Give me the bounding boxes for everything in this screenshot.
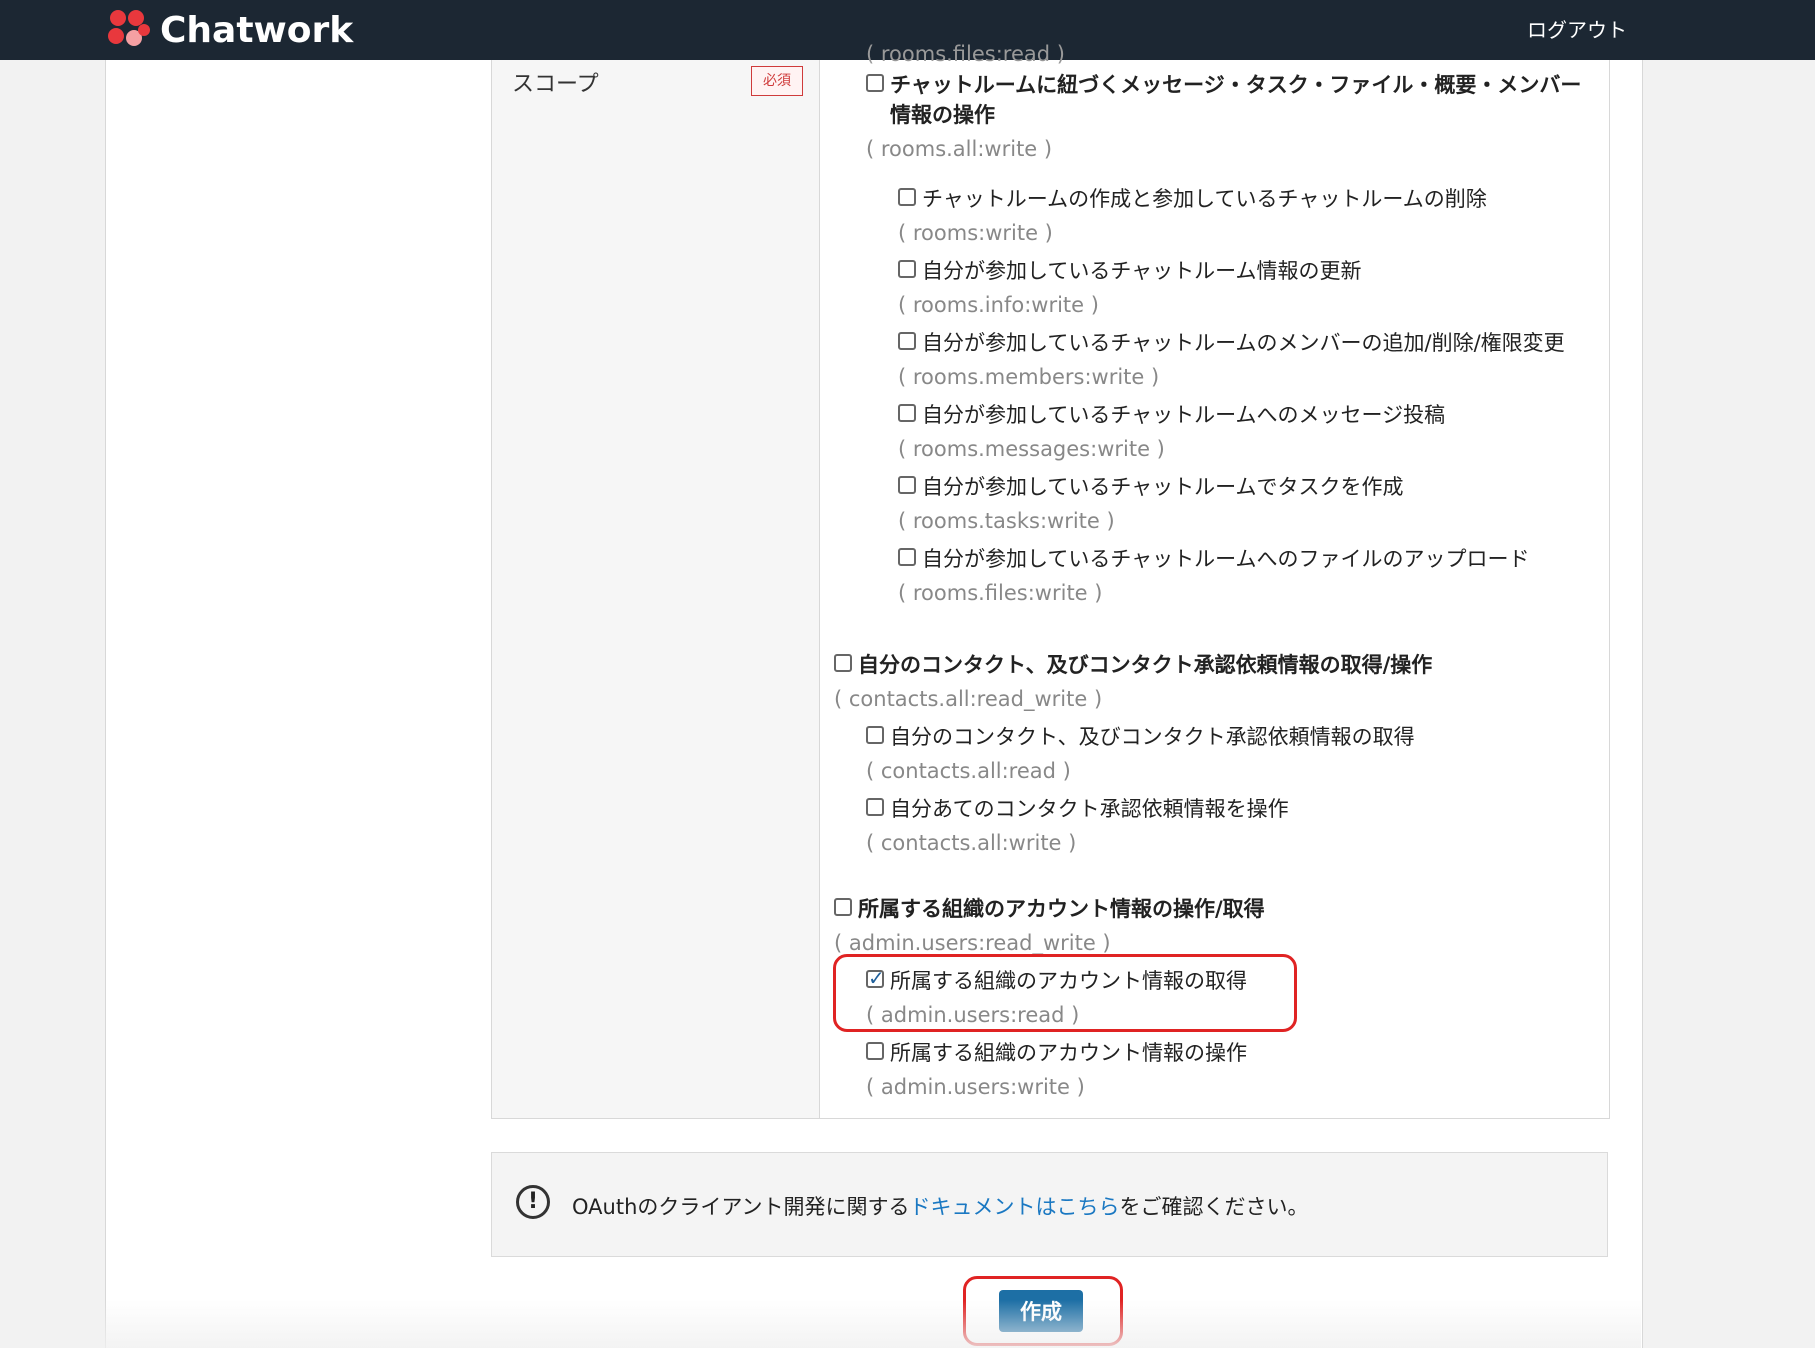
scope-group-contacts-all-read-write: 自分のコンタクト、及びコンタクト承認依頼情報の取得/操作 ( contacts.… xyxy=(834,650,1432,714)
checkbox[interactable] xyxy=(866,1042,884,1060)
scope-item: 所属する組織のアカウント情報の操作 ( admin.users:write ) xyxy=(866,1038,1247,1102)
scope-item-label: 自分が参加しているチャットルームへのファイルのアップロード xyxy=(922,547,1530,571)
checkbox[interactable] xyxy=(866,798,884,816)
checkbox[interactable] xyxy=(866,726,884,744)
exclamation-circle-icon: ! xyxy=(516,1185,550,1219)
scope-item: 自分が参加しているチャットルーム情報の更新 ( rooms.info:write… xyxy=(898,256,1362,320)
scope-label-cell: スコープ 必須 xyxy=(492,60,820,1118)
scope-group-label: チャットルームに紐づくメッセージ・タスク・ファイル・概要・メンバー情報の操作 xyxy=(890,73,1582,127)
scope-item-label: 自分が参加しているチャットルームのメンバーの追加/削除/権限変更 xyxy=(922,331,1565,355)
oauth-info-notice: ! OAuthのクライアント開発に関するドキュメントはこちらをご確認ください。 xyxy=(491,1152,1608,1257)
scope-item: 自分が参加しているチャットルームへのファイルのアップロード ( rooms.fi… xyxy=(898,544,1530,608)
checkbox[interactable] xyxy=(898,188,916,206)
scope-item: 自分のコンタクト、及びコンタクト承認依頼情報の取得 ( contacts.all… xyxy=(866,722,1415,786)
checkbox[interactable] xyxy=(898,476,916,494)
checkbox[interactable] xyxy=(898,404,916,422)
checkbox[interactable] xyxy=(898,260,916,278)
scope-item-label: 自分が参加しているチャットルームへのメッセージ投稿 xyxy=(922,403,1446,427)
scope-item-label: 自分のコンタクト、及びコンタクト承認依頼情報の取得 xyxy=(890,725,1415,749)
scope-code: ( rooms:write ) xyxy=(898,221,1053,245)
checkbox[interactable] xyxy=(898,548,916,566)
chatwork-logo-icon xyxy=(108,10,150,46)
checkbox[interactable] xyxy=(898,332,916,350)
scope-item: 自分が参加しているチャットルームでタスクを作成 ( rooms.tasks:wr… xyxy=(898,472,1404,536)
scope-group-label: 自分のコンタクト、及びコンタクト承認依頼情報の取得/操作 xyxy=(858,653,1433,677)
scope-code: ( contacts.all:read_write ) xyxy=(834,687,1103,711)
scope-code: ( rooms.tasks:write ) xyxy=(898,509,1115,533)
scope-code: ( contacts.all:read ) xyxy=(866,759,1071,783)
scope-code: ( rooms.files:write ) xyxy=(898,581,1103,605)
scope-code: ( rooms.members:write ) xyxy=(898,365,1160,389)
checkbox[interactable] xyxy=(866,74,884,92)
checkbox[interactable] xyxy=(834,654,852,672)
annotation-highlight-create-button xyxy=(963,1276,1123,1346)
scope-code: ( rooms.messages:write ) xyxy=(898,437,1165,461)
scope-item: チャットルームの作成と参加しているチャットルームの削除 ( rooms:writ… xyxy=(898,184,1487,248)
scope-group-label: 所属する組織のアカウント情報の操作/取得 xyxy=(858,897,1265,921)
scope-item-label: 自分あてのコンタクト承認依頼情報を操作 xyxy=(890,797,1289,821)
documentation-link[interactable]: ドキュメントはこちら xyxy=(910,1195,1120,1219)
scope-item-label: 自分が参加しているチャットルームでタスクを作成 xyxy=(922,475,1404,499)
scope-item: 自分が参加しているチャットルームのメンバーの追加/削除/権限変更 ( rooms… xyxy=(898,328,1565,392)
info-text: OAuthのクライアント開発に関するドキュメントはこちらをご確認ください。 xyxy=(572,1191,1309,1221)
scope-item-label: 所属する組織のアカウント情報の操作 xyxy=(890,1041,1247,1065)
scope-item: 自分あてのコンタクト承認依頼情報を操作 ( contacts.all:write… xyxy=(866,794,1289,858)
chatwork-logo[interactable]: Chatwork xyxy=(104,6,353,54)
scope-code: ( contacts.all:write ) xyxy=(866,831,1077,855)
main-content: スコープ 必須 ( rooms.files:read ) チャットルームに紐づく… xyxy=(105,42,1643,1348)
scope-item: 自分が参加しているチャットルームへのメッセージ投稿 ( rooms.messag… xyxy=(898,400,1445,464)
scope-code: ( rooms.info:write ) xyxy=(898,293,1099,317)
logout-link[interactable]: ログアウト xyxy=(1527,14,1627,43)
scope-item-label: 自分が参加しているチャットルーム情報の更新 xyxy=(922,259,1362,283)
required-badge: 必須 xyxy=(751,66,803,96)
scope-group-admin-users-read-write: 所属する組織のアカウント情報の操作/取得 ( admin.users:read_… xyxy=(834,894,1265,958)
info-text-before: OAuthのクライアント開発に関する xyxy=(572,1195,910,1219)
annotation-highlight-admin-users-read xyxy=(833,954,1297,1032)
brand-name: Chatwork xyxy=(160,10,354,51)
scope-group-rooms-all-write: チャットルームに紐づくメッセージ・タスク・ファイル・概要・メンバー情報の操作 (… xyxy=(866,70,1586,164)
info-text-after: をご確認ください。 xyxy=(1119,1195,1309,1219)
scope-code: ( admin.users:write ) xyxy=(866,1075,1085,1099)
scope-item-label: チャットルームの作成と参加しているチャットルームの削除 xyxy=(922,187,1487,211)
cut-off-scope-code: ( rooms.files:read ) xyxy=(866,42,1065,66)
scope-code: ( rooms.all:write ) xyxy=(866,137,1053,161)
scope-label: スコープ xyxy=(512,72,599,97)
checkbox[interactable] xyxy=(834,898,852,916)
